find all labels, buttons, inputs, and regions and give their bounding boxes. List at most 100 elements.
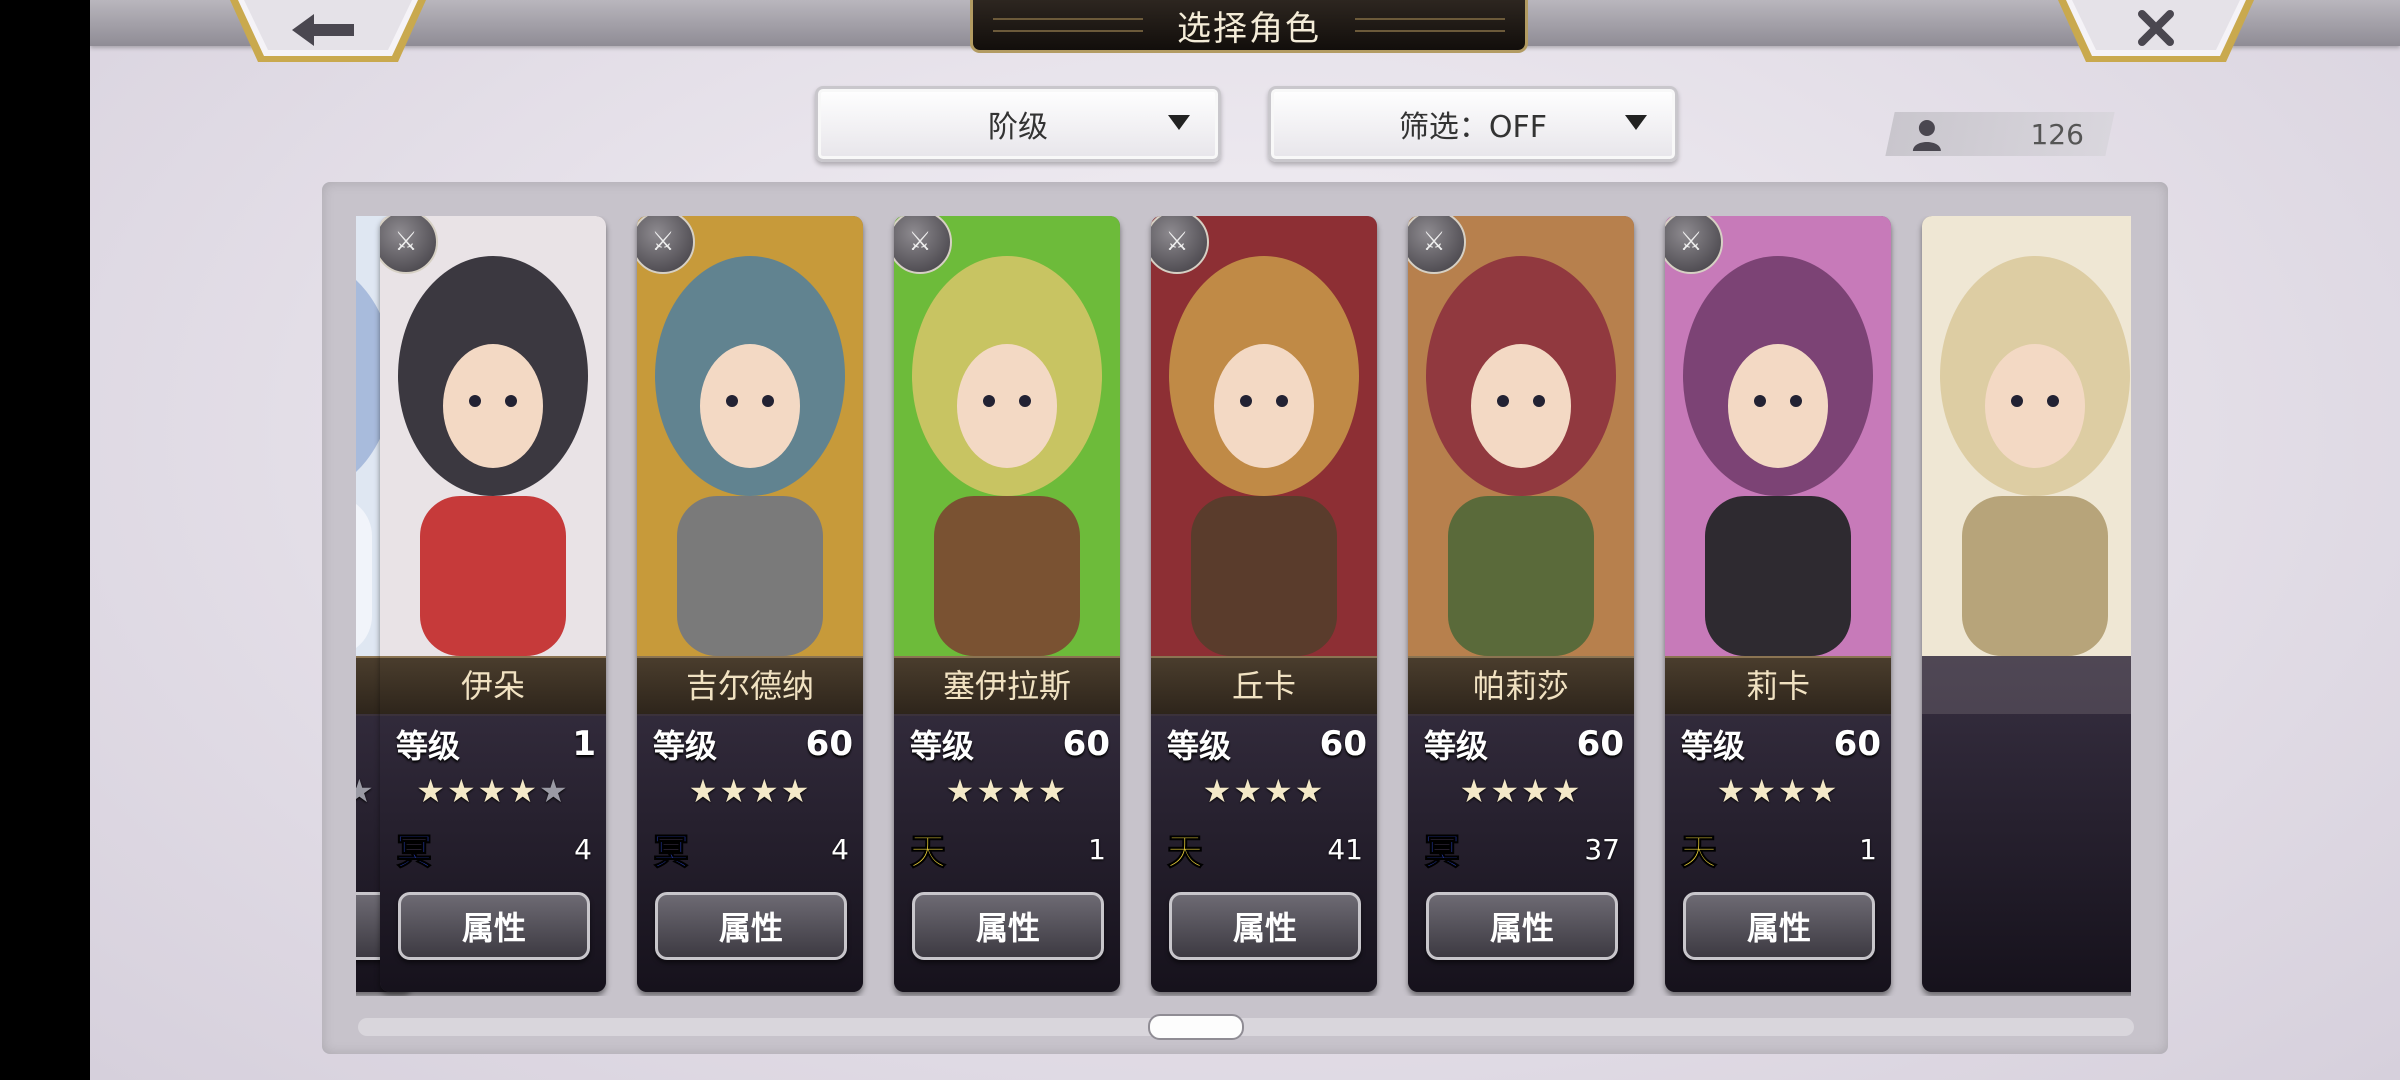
star-icon: ★	[780, 772, 812, 810]
scrollbar-track[interactable]	[358, 1014, 2134, 1040]
star-icon: ★	[750, 772, 781, 810]
level-row: 等级 60	[1424, 720, 1624, 768]
character-name: 帕莉莎	[1408, 656, 1634, 716]
star-icon: ★	[1551, 772, 1583, 810]
tier-row: 天 41	[1166, 824, 1363, 874]
tier-row: 天1	[909, 824, 1106, 874]
tier-row: 冥 37	[1423, 824, 1620, 874]
character-card[interactable]: ⚔ 塞伊拉斯 等级 60 ★★★★ 天 1 属性	[894, 216, 1120, 992]
star-icon: ★	[1233, 772, 1264, 810]
character-card[interactable]: ⚔ 莉卡 等级 60 ★★★★ 天 1 属性	[1665, 216, 1891, 992]
character-portrait	[1922, 216, 2131, 656]
sort-dropdown[interactable]: 阶级	[815, 86, 1221, 162]
character-carousel[interactable]: ⚔雪乃等级1★★★★★天8属性 ⚔伊朵等级1★★★★★冥4属性 ⚔吉尔德纳等级6…	[356, 216, 2131, 996]
star-icon: ★	[508, 772, 540, 810]
level-label: 等级	[910, 727, 975, 765]
tier-count: 1	[1088, 832, 1106, 866]
character-name: 吉尔德纳	[637, 656, 863, 716]
star-icon: ★	[446, 772, 478, 810]
character-portrait	[380, 216, 606, 656]
underworld-tier-icon: 冥	[1423, 831, 1461, 874]
character-card[interactable]: ⚔ 丘卡 等级 60 ★★★★ 天 41 属性	[1151, 216, 1377, 992]
character-portrait	[1408, 216, 1634, 656]
close-x-icon	[2058, 0, 2254, 62]
character-stats: 等级 60 ★★★★ 天 41 属性	[1151, 714, 1377, 992]
character-card[interactable]: ⚔ 吉尔德纳 等级 60 ★★★★ 冥 4 属性	[637, 216, 863, 992]
star-icon: ★	[719, 772, 750, 810]
filter-dropdown[interactable]: 筛选：OFF	[1268, 86, 1678, 162]
character-card[interactable]: ⚔ 帕莉莎 等级 60 ★★★★ 冥 37 属性	[1408, 216, 1634, 992]
star-icon: ★	[1747, 772, 1778, 810]
level-row: 等级 60	[910, 720, 1110, 768]
star-rating: ★★★★	[1151, 772, 1377, 812]
character-portrait	[1665, 216, 1891, 656]
close-button[interactable]	[2058, 0, 2254, 64]
star-icon: ★	[976, 772, 1007, 810]
page-title: 选择角色	[970, 0, 1528, 53]
arrow-left-icon	[230, 0, 426, 62]
star-icon: ★	[1037, 772, 1069, 810]
attribute-button[interactable]: 属性	[655, 892, 847, 960]
star-icon: ★	[1808, 772, 1840, 810]
tier-row: 冥4	[395, 824, 592, 874]
level-row: 等级 60	[1681, 720, 1881, 768]
star-rating: ★★★★	[1665, 772, 1891, 812]
character-stats	[1922, 714, 2131, 992]
character-count-badge: 126	[1885, 112, 2115, 156]
star-icon: ★	[1294, 772, 1326, 810]
star-rating: ★★★★	[894, 772, 1120, 812]
star-icon: ★	[1778, 772, 1809, 810]
attribute-button[interactable]: 属性	[1426, 892, 1618, 960]
star-icon: ★	[1459, 772, 1491, 810]
star-icon: ★	[477, 772, 509, 810]
chevron-down-icon	[1625, 115, 1647, 130]
character-name: 塞伊拉斯	[894, 656, 1120, 716]
heaven-tier-icon: 天	[1166, 831, 1204, 874]
filter-dropdown-label: 筛选：OFF	[1398, 110, 1548, 145]
star-icon: ★	[1007, 772, 1038, 810]
level-row: 等级 60	[1167, 720, 1367, 768]
star-icon: ★	[356, 772, 376, 810]
character-count: 126	[2030, 117, 2084, 151]
star-icon: ★	[416, 772, 447, 810]
character-name: 伊朵	[380, 656, 606, 716]
attribute-button[interactable]: 属性	[1169, 892, 1361, 960]
character-stats: 等级 60 ★★★★ 冥 4 属性	[637, 714, 863, 992]
star-icon: ★	[945, 772, 977, 810]
tier-row: 天1	[1680, 824, 1877, 874]
level-value: 60	[1576, 724, 1624, 764]
character-card[interactable]: ⚔ 伊朵 等级 1 ★★★★★ 冥 4 属性	[380, 216, 606, 992]
underworld-tier-icon: 冥	[652, 831, 690, 874]
underworld-tier-icon: 冥	[395, 831, 433, 874]
character-name: 丘卡	[1151, 656, 1377, 716]
star-icon: ★	[1264, 772, 1295, 810]
scrollbar-thumb[interactable]	[1148, 1014, 1244, 1040]
tier-row: 冥4	[652, 824, 849, 874]
character-portrait	[1151, 216, 1377, 656]
level-row: 等级 1	[396, 720, 596, 768]
heaven-tier-icon: 天	[909, 831, 947, 874]
sort-dropdown-label: 阶级	[988, 110, 1048, 145]
star-rating: ★★★★	[1408, 772, 1634, 812]
character-card-partial[interactable]	[1922, 216, 2131, 992]
attribute-button[interactable]: 属性	[398, 892, 590, 960]
tier-count: 41	[1327, 832, 1363, 866]
star-icon: ★	[1202, 772, 1234, 810]
back-button[interactable]	[230, 0, 426, 64]
attribute-button[interactable]: 属性	[912, 892, 1104, 960]
character-stats: 等级 60 ★★★★ 天 1 属性	[1665, 714, 1891, 992]
star-icon: ★	[688, 772, 720, 810]
character-list-panel: ⚔雪乃等级1★★★★★天8属性 ⚔伊朵等级1★★★★★冥4属性 ⚔吉尔德纳等级6…	[322, 182, 2168, 1054]
tier-count: 1	[1859, 832, 1877, 866]
character-name: 莉卡	[1665, 656, 1891, 716]
level-row: 等级 60	[653, 720, 853, 768]
character-portrait	[894, 216, 1120, 656]
character-stats: 等级 1 ★★★★★ 冥 4 属性	[380, 714, 606, 992]
level-value: 60	[1062, 724, 1110, 764]
level-label: 等级	[396, 727, 461, 765]
level-value: 60	[805, 724, 853, 764]
tier-count: 4	[831, 832, 849, 866]
star-rating: ★★★★	[637, 772, 863, 812]
attribute-button[interactable]: 属性	[1683, 892, 1875, 960]
heaven-tier-icon: 天	[1680, 831, 1718, 874]
